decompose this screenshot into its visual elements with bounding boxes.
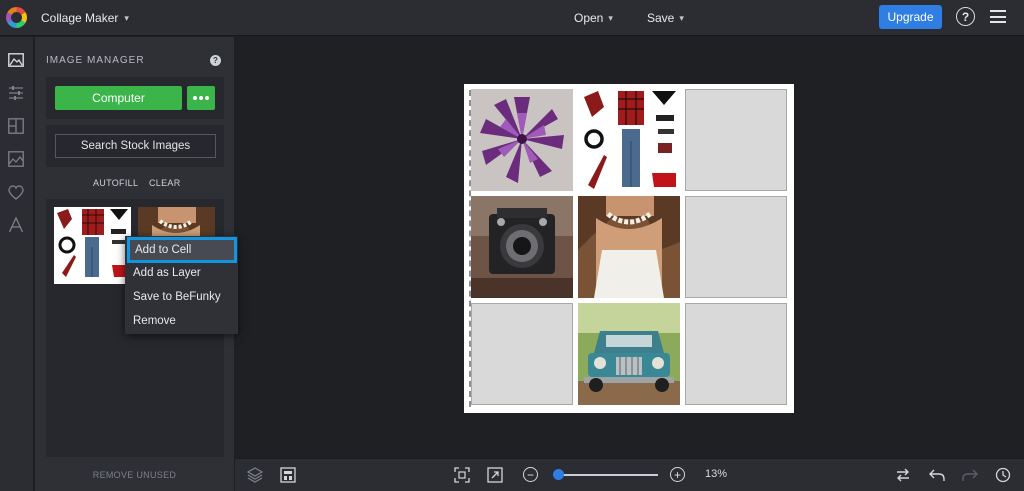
search-stock-images-button[interactable]: Search Stock Images [55, 134, 216, 158]
chevron-down-icon: ▾ [124, 12, 129, 23]
help-icon[interactable]: ? [210, 55, 221, 66]
chevron-down-icon: ▾ [679, 12, 684, 23]
collage-cell-camera[interactable] [471, 196, 573, 298]
bottom-toolbar: − + 13% [235, 458, 1024, 491]
thumbnail-context-menu: Add to Cell Add as Layer Save to BeFunky… [125, 236, 238, 334]
save-menu-button[interactable]: Save ▾ [639, 6, 692, 30]
computer-upload-button[interactable]: Computer [55, 86, 182, 110]
redo-icon[interactable] [962, 467, 978, 483]
zoom-out-button[interactable]: − [523, 467, 538, 482]
collage-cell-flower[interactable] [471, 89, 573, 191]
app-menu-label: Collage Maker [41, 11, 119, 25]
expand-icon[interactable] [487, 467, 503, 483]
collage-cell-empty[interactable] [685, 89, 787, 191]
heart-icon[interactable] [7, 183, 25, 201]
remove-menu-item[interactable]: Remove [125, 310, 238, 332]
upgrade-button[interactable]: Upgrade [879, 5, 942, 29]
undo-icon[interactable] [929, 467, 945, 483]
tool-rail [0, 37, 34, 491]
panel-title: IMAGE MANAGER [46, 55, 145, 66]
help-icon[interactable]: ? [956, 7, 975, 26]
befunky-logo[interactable] [6, 7, 27, 28]
chevron-down-icon: ▾ [608, 12, 613, 23]
text-icon[interactable] [7, 216, 25, 234]
save-to-befunky-menu-item[interactable]: Save to BeFunky [125, 286, 238, 308]
image-manager-icon[interactable] [7, 51, 25, 69]
layers-icon[interactable] [247, 467, 263, 483]
layout-icon[interactable] [7, 117, 25, 135]
collage-cell-empty[interactable] [471, 303, 573, 405]
collage-cell-empty[interactable] [685, 303, 787, 405]
template-icon[interactable] [280, 467, 296, 483]
zoom-level-label: 13% [705, 468, 728, 480]
collage-cell-outfit[interactable] [578, 89, 680, 191]
collage-canvas[interactable] [464, 84, 794, 413]
collage-cell-truck[interactable] [578, 303, 680, 405]
open-label: Open [574, 11, 604, 25]
collage-cell-portrait[interactable] [578, 196, 680, 298]
autofill-button[interactable]: AUTOFILL [93, 178, 138, 188]
swap-icon[interactable] [895, 467, 911, 483]
zoom-slider-handle[interactable] [553, 469, 564, 480]
zoom-slider-track[interactable] [556, 474, 658, 476]
hamburger-menu-icon[interactable] [990, 10, 1006, 23]
add-as-layer-menu-item[interactable]: Add as Layer [125, 262, 238, 284]
sliders-icon[interactable] [7, 84, 25, 102]
thumbnail-outfit[interactable] [54, 207, 131, 284]
save-label: Save [647, 11, 675, 25]
open-menu-button[interactable]: Open ▾ [566, 6, 621, 30]
add-to-cell-menu-item[interactable]: Add to Cell [127, 237, 237, 263]
fit-to-screen-icon[interactable] [454, 467, 470, 483]
remove-unused-button[interactable]: REMOVE UNUSED [35, 470, 234, 480]
collage-cell-empty[interactable] [685, 196, 787, 298]
background-icon[interactable] [7, 150, 25, 168]
top-bar: Collage Maker ▾ Open ▾ Save ▾ Upgrade ? [0, 0, 1024, 36]
app-switcher-menu[interactable]: Collage Maker ▾ [33, 6, 137, 30]
history-icon[interactable] [995, 467, 1011, 483]
clear-button[interactable]: CLEAR [149, 178, 181, 188]
zoom-in-button[interactable]: + [670, 467, 685, 482]
more-options-button[interactable] [187, 86, 215, 110]
